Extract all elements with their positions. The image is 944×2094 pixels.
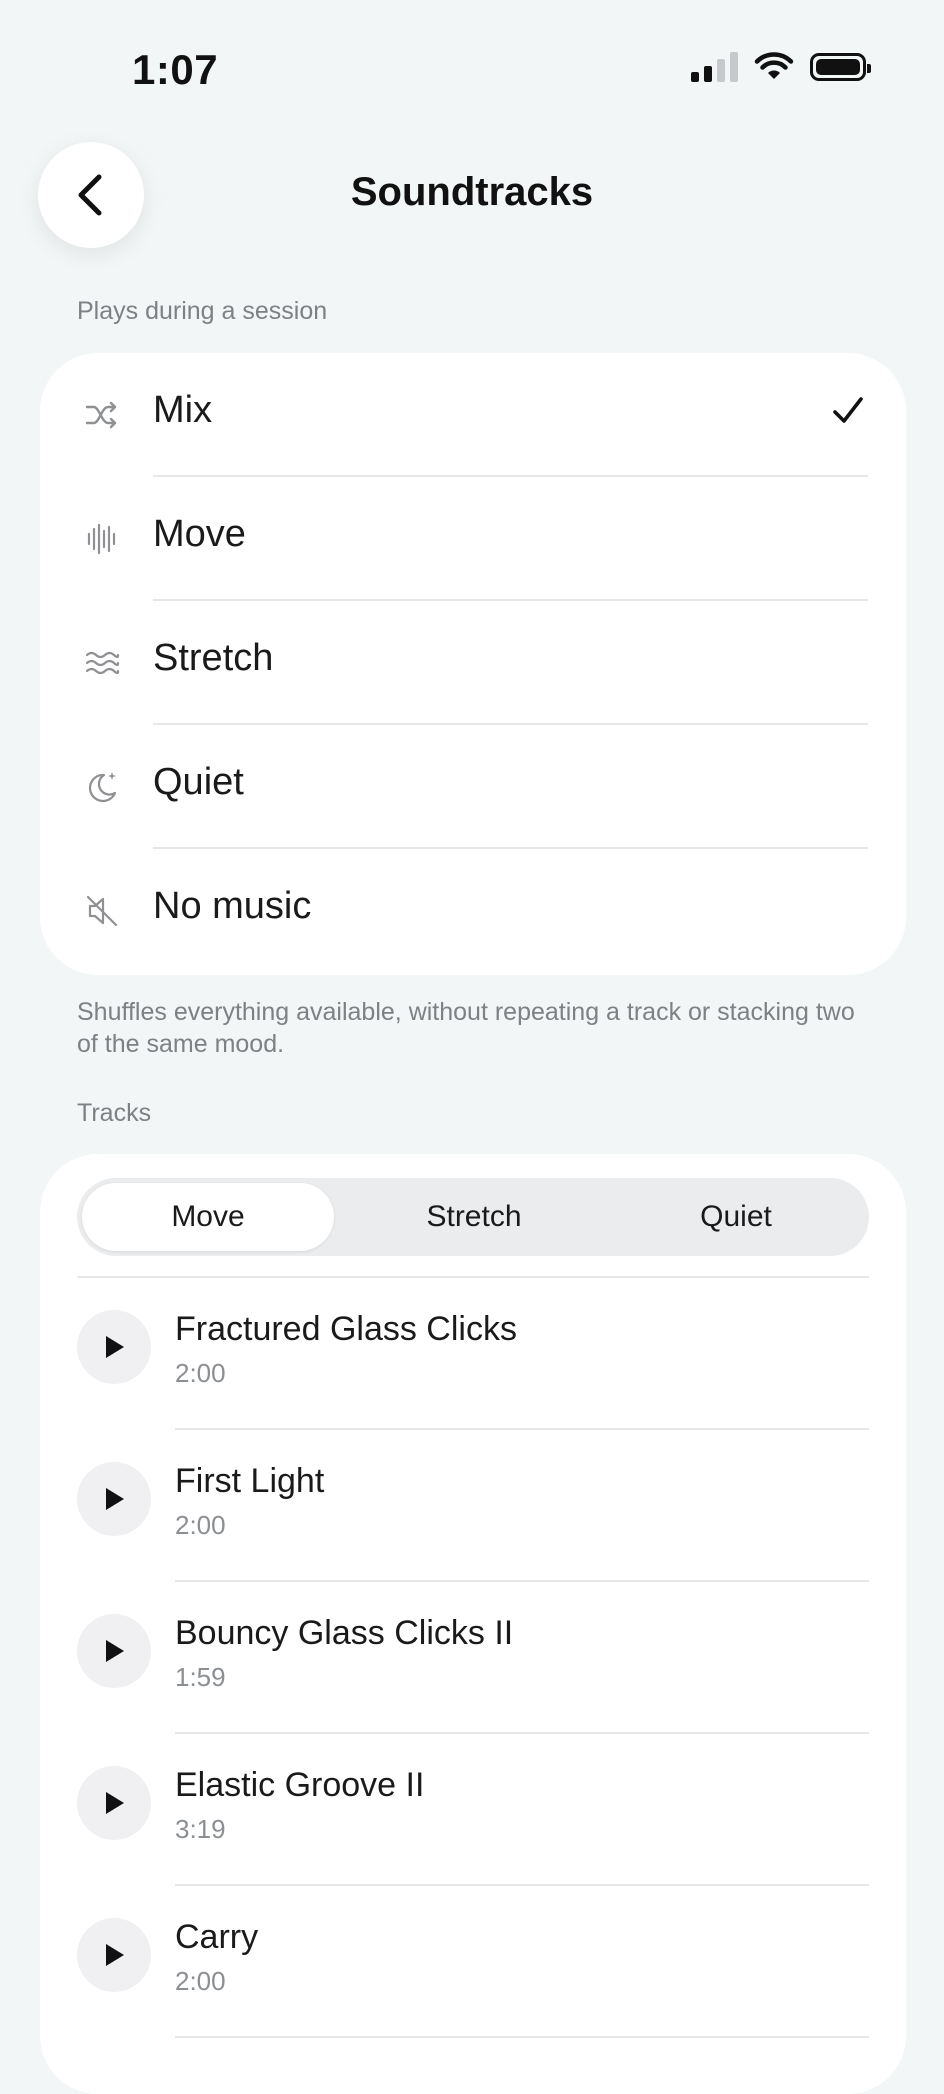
track-title: Fractured Glass Clicks bbox=[175, 1310, 517, 1348]
play-button[interactable] bbox=[77, 1310, 151, 1384]
option-label: Move bbox=[153, 513, 246, 555]
speaker-muted-icon bbox=[86, 895, 118, 927]
track-title: First Light bbox=[175, 1462, 325, 1500]
play-button[interactable] bbox=[77, 1918, 151, 1992]
battery-icon bbox=[810, 53, 871, 81]
play-icon bbox=[106, 1488, 124, 1510]
page-title: Soundtracks bbox=[350, 170, 594, 214]
wifi-icon bbox=[754, 52, 794, 79]
soundtrack-options-card: Mix Move Stretch Quiet No music bbox=[40, 353, 906, 975]
track-title: Carry bbox=[175, 1918, 259, 1956]
option-mix[interactable]: Mix bbox=[40, 353, 906, 477]
option-label: Stretch bbox=[153, 637, 274, 679]
play-icon bbox=[106, 1336, 124, 1358]
cellular-signal-icon bbox=[691, 52, 738, 82]
waveform-icon bbox=[87, 523, 116, 555]
track-row[interactable]: First Light 2:00 bbox=[40, 1430, 906, 1582]
checkmark-icon bbox=[833, 397, 863, 423]
track-row[interactable]: Fractured Glass Clicks 2:00 bbox=[40, 1278, 906, 1430]
track-row[interactable]: Elastic Groove II 3:19 bbox=[40, 1734, 906, 1886]
tracks-section-label: Tracks bbox=[77, 1099, 152, 1127]
tab-quiet[interactable]: Quiet bbox=[607, 1183, 865, 1251]
track-duration: 2:00 bbox=[175, 1510, 226, 1540]
track-duration: 2:00 bbox=[175, 1358, 226, 1388]
waves-icon bbox=[85, 651, 120, 675]
status-icons bbox=[691, 52, 871, 82]
track-row[interactable]: Bouncy Glass Clicks II 1:59 bbox=[40, 1582, 906, 1734]
option-no-music[interactable]: No music bbox=[40, 849, 906, 973]
divider bbox=[175, 2036, 869, 2038]
shuffle-icon bbox=[85, 401, 117, 429]
track-duration: 2:00 bbox=[175, 1966, 226, 1996]
option-label: Quiet bbox=[153, 761, 244, 803]
mix-description: Shuffles everything available, without r… bbox=[77, 998, 855, 1058]
option-move[interactable]: Move bbox=[40, 477, 906, 601]
tracks-card: Move Stretch Quiet Fractured Glass Click… bbox=[40, 1154, 906, 2094]
track-row[interactable]: Carry 2:00 bbox=[40, 1886, 906, 2038]
play-icon bbox=[106, 1640, 124, 1662]
play-button[interactable] bbox=[77, 1766, 151, 1840]
play-button[interactable] bbox=[77, 1462, 151, 1536]
tab-move[interactable]: Move bbox=[82, 1183, 334, 1251]
track-duration: 1:59 bbox=[175, 1662, 226, 1692]
play-icon bbox=[106, 1944, 124, 1966]
mood-segmented-control: Move Stretch Quiet bbox=[77, 1178, 869, 1256]
tab-stretch[interactable]: Stretch bbox=[345, 1183, 603, 1251]
status-bar: 1:07 bbox=[0, 0, 944, 120]
option-stretch[interactable]: Stretch bbox=[40, 601, 906, 725]
moon-stars-icon bbox=[88, 772, 117, 803]
option-label: No music bbox=[153, 885, 312, 927]
play-icon bbox=[106, 1792, 124, 1814]
play-button[interactable] bbox=[77, 1614, 151, 1688]
session-section-label: Plays during a session bbox=[77, 297, 328, 325]
option-label: Mix bbox=[153, 389, 213, 431]
status-time: 1:07 bbox=[132, 46, 219, 93]
track-duration: 3:19 bbox=[175, 1814, 226, 1844]
option-quiet[interactable]: Quiet bbox=[40, 725, 906, 849]
track-title: Bouncy Glass Clicks II bbox=[175, 1614, 514, 1652]
track-title: Elastic Groove II bbox=[175, 1766, 425, 1804]
